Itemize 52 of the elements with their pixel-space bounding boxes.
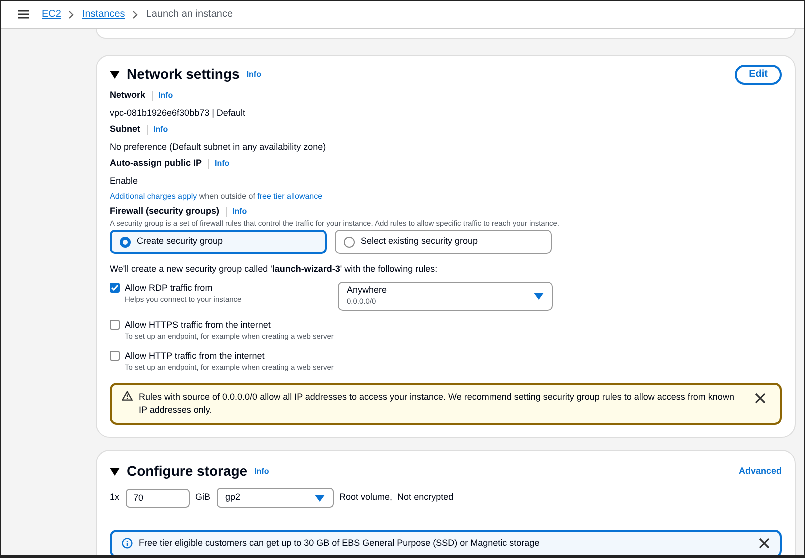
breadcrumb-link[interactable]: Instances [82, 7, 126, 22]
info-link[interactable]: Info [154, 124, 168, 136]
info-link[interactable]: Info [246, 68, 262, 80]
chevron-icon [69, 10, 74, 18]
warning-message: Rules with source of 0.0.0.0/0 allow all IP addresses to access your instance. We recommend setting security group rules to allow access from known IP addresses only. [139, 391, 736, 417]
info-icon [122, 538, 133, 550]
breadcrumb-current: Launch an instance [146, 8, 233, 22]
info-link[interactable]: Info [254, 466, 270, 478]
checkbox-label: Allow RDP traffic from [125, 282, 214, 294]
info-message: Free tier eligible customers can get up to 30 GB of EBS General Purpose (SSD) or Magnetic storage [139, 537, 540, 550]
checkbox[interactable] [110, 320, 120, 330]
volume-type-select[interactable]: gp2 [216, 488, 334, 508]
size-unit: GiB [196, 491, 211, 504]
field-value: No preference (Default subnet in any availability zone) [110, 141, 328, 153]
volume-count: 1x [110, 491, 120, 504]
advanced-link[interactable]: Advanced [738, 464, 782, 478]
charges-note: Additional charges apply when outside of free tier allowance [110, 191, 324, 203]
checkbox[interactable] [110, 282, 120, 292]
menu-icon[interactable] [18, 10, 29, 19]
field-value: Enable [110, 175, 140, 187]
checkbox[interactable] [110, 350, 120, 361]
field-label: Network [110, 89, 146, 102]
checkbox-label: Allow HTTP traffic from the internet [125, 350, 266, 362]
free-tier-link[interactable]: free tier allowance [258, 192, 323, 201]
security-group-note: We'll create a new security group called 'launch-wizard-3' with the following rules: [110, 263, 439, 276]
breadcrumb-link[interactable]: EC2 [42, 7, 62, 22]
caret-icon [314, 494, 325, 502]
info-link[interactable]: Info [158, 90, 174, 102]
radio-option[interactable]: Create security group [110, 230, 327, 254]
field-label: Auto-assign public IP [110, 157, 202, 170]
caret-icon [534, 292, 544, 300]
field-label: Subnet [110, 123, 140, 136]
close-icon[interactable] [755, 393, 766, 404]
radio-icon [120, 236, 131, 248]
chevron-icon [133, 10, 138, 18]
collapse-icon[interactable] [110, 70, 120, 78]
field-value: vpc-081b1926e6f30bb73 | Default [110, 107, 246, 119]
info-link[interactable]: Info [232, 206, 248, 218]
edit-button[interactable]: Edit [735, 64, 782, 84]
size-field[interactable]: 70 [126, 488, 190, 508]
close-icon[interactable] [759, 538, 770, 550]
info-link[interactable]: Info [215, 158, 230, 170]
radio-icon [344, 236, 355, 248]
collapse-icon[interactable] [110, 468, 120, 476]
charges-link[interactable]: Additional charges apply [110, 192, 198, 201]
radio-option[interactable]: Select existing security group [335, 230, 552, 254]
section-title: Network settings [127, 65, 240, 84]
volume-note: Root volume, Not encrypted [340, 491, 454, 504]
checkbox-label: Allow HTTPS traffic from the internet [125, 318, 272, 330]
warning-icon [122, 391, 133, 401]
section-title: Configure storage [127, 462, 248, 481]
field-label: Firewall (security groups) [110, 205, 220, 218]
